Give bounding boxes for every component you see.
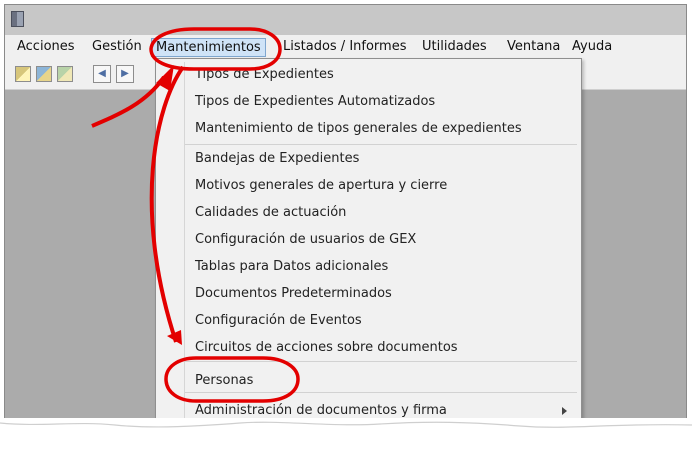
menu-acciones[interactable]: Acciones xyxy=(17,39,75,54)
title-bar xyxy=(5,5,686,36)
menu-separator xyxy=(185,361,577,362)
menu-item-tipos-expedientes-automatizados[interactable]: Tipos de Expedientes Automatizados xyxy=(195,94,435,109)
menu-item-mantenimiento-tipos-generales[interactable]: Mantenimiento de tipos generales de expe… xyxy=(195,121,522,136)
toolbar-icon-1[interactable] xyxy=(15,66,31,82)
toolbar-icon-3[interactable] xyxy=(57,66,73,82)
menu-utilidades[interactable]: Utilidades xyxy=(422,39,487,54)
menu-item-motivos-apertura-cierre[interactable]: Motivos generales de apertura y cierre xyxy=(195,178,447,193)
menu-separator xyxy=(185,392,577,393)
nav-back-icon[interactable]: ◀ xyxy=(93,65,111,83)
menu-listados-informes[interactable]: Listados / Informes xyxy=(283,39,406,54)
menu-item-tipos-expedientes[interactable]: Tipos de Expedientes xyxy=(195,67,334,82)
menu-mantenimientos[interactable]: Mantenimientos xyxy=(151,38,266,57)
submenu-arrow-icon xyxy=(562,407,567,415)
menu-ventana[interactable]: Ventana xyxy=(507,39,560,54)
menu-separator xyxy=(185,144,577,145)
menu-item-calidades-actuacion[interactable]: Calidades de actuación xyxy=(195,205,346,220)
menu-gestion[interactable]: Gestión xyxy=(92,39,142,54)
menu-item-personas[interactable]: Personas xyxy=(195,373,253,388)
menu-ayuda[interactable]: Ayuda xyxy=(572,39,612,54)
dropdown-icon-rail xyxy=(184,62,185,424)
menu-bar: Acciones Gestión Mantenimientos Listados… xyxy=(5,35,686,60)
menu-item-bandejas-expedientes[interactable]: Bandejas de Expedientes xyxy=(195,151,359,166)
menu-item-configuracion-usuarios-gex[interactable]: Configuración de usuarios de GEX xyxy=(195,232,416,247)
menu-item-administracion-documentos-firma[interactable]: Administración de documentos y firma xyxy=(195,403,447,418)
menu-item-configuracion-eventos[interactable]: Configuración de Eventos xyxy=(195,313,362,328)
menu-item-documentos-predeterminados[interactable]: Documentos Predeterminados xyxy=(195,286,392,301)
torn-edge-graphic xyxy=(0,421,692,449)
torn-paper-edge xyxy=(0,418,692,449)
menu-item-tablas-datos-adicionales[interactable]: Tablas para Datos adicionales xyxy=(195,259,388,274)
menu-item-circuitos-acciones-documentos[interactable]: Circuitos de acciones sobre documentos xyxy=(195,340,458,355)
app-icon xyxy=(11,11,24,27)
mantenimientos-dropdown: Tipos de Expedientes Tipos de Expediente… xyxy=(155,58,582,428)
toolbar-icon-2[interactable] xyxy=(36,66,52,82)
nav-forward-icon[interactable]: ▶ xyxy=(116,65,134,83)
